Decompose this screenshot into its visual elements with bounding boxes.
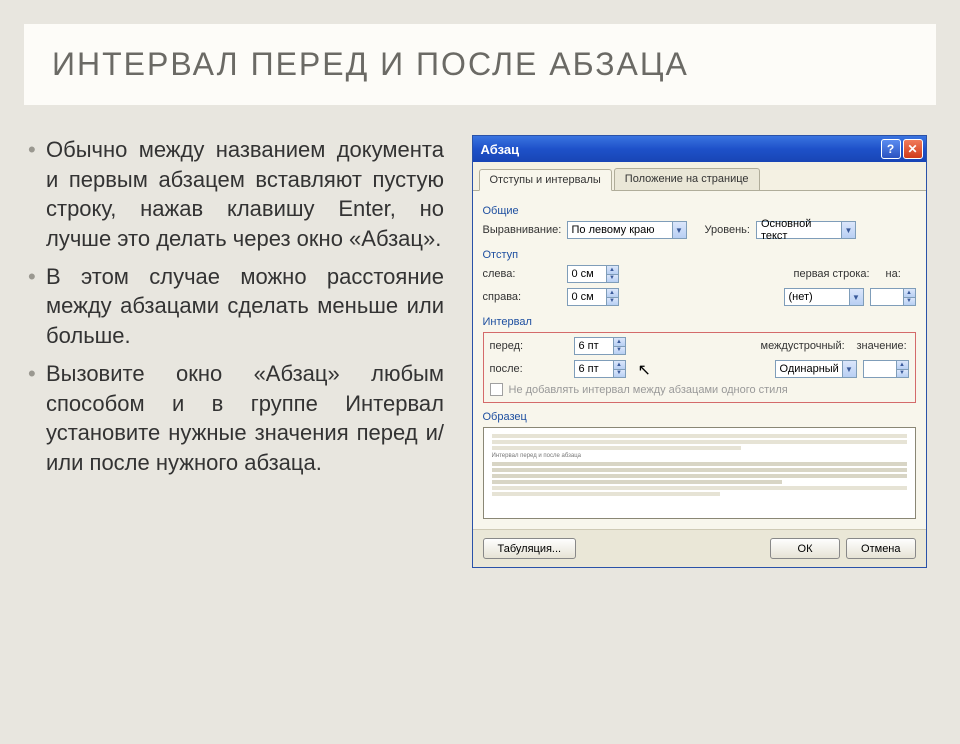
group-indent: Отступ xyxy=(483,249,916,261)
label-linespacing: междустрочный: xyxy=(761,340,851,352)
ok-button[interactable]: ОК xyxy=(770,538,840,559)
checkbox-label: Не добавлять интервал между абзацами одн… xyxy=(509,384,788,396)
firstline-value-stepper[interactable]: ▲▼ xyxy=(870,288,916,306)
interval-highlight-box: перед: 6 пт▲▼ междустрочный: значение: п… xyxy=(483,332,916,403)
label-firstline: первая строка: xyxy=(794,268,880,280)
linespacing-select[interactable]: Одинарный▼ xyxy=(775,360,857,378)
cursor-icon: ↖ xyxy=(638,360,651,380)
linespacing-value-stepper[interactable]: ▲▼ xyxy=(863,360,909,378)
slide-title: ИНТЕРВАЛ ПЕРЕД И ПОСЛЕ АБЗАЦА xyxy=(52,46,908,83)
chevron-down-icon: ▼ xyxy=(841,222,855,238)
dialog-titlebar[interactable]: Абзац ? ✕ xyxy=(473,136,926,162)
help-icon[interactable]: ? xyxy=(881,139,901,159)
tab-strip: Отступы и интервалы Положение на страниц… xyxy=(473,162,926,191)
list-item: Вызовите окно «Абзац» любым способом и в… xyxy=(24,359,444,478)
label-after: после: xyxy=(490,363,568,375)
chevron-down-icon: ▼ xyxy=(842,361,856,377)
bullet-list: Обычно между названием документа и первы… xyxy=(24,135,444,568)
title-bar: ИНТЕРВАЛ ПЕРЕД И ПОСЛЕ АБЗАЦА xyxy=(24,24,936,105)
group-interval: Интервал xyxy=(483,316,916,328)
group-general: Общие xyxy=(483,205,916,217)
label-value: значение: xyxy=(857,340,909,352)
label-align: Выравнивание: xyxy=(483,224,561,236)
alignment-select[interactable]: По левому краю▼ xyxy=(567,221,687,239)
label-level: Уровень: xyxy=(705,224,750,236)
paragraph-dialog: Абзац ? ✕ Отступы и интервалы Положение … xyxy=(472,135,927,568)
dialog-title: Абзац xyxy=(481,142,520,157)
list-item: В этом случае можно расстояние между абз… xyxy=(24,262,444,351)
label-left: слева: xyxy=(483,268,561,280)
indent-left-stepper[interactable]: 0 см▲▼ xyxy=(567,265,619,283)
indent-right-stepper[interactable]: 0 см▲▼ xyxy=(567,288,619,306)
cancel-button[interactable]: Отмена xyxy=(846,538,915,559)
same-style-checkbox[interactable] xyxy=(490,383,503,396)
level-select[interactable]: Основной текст▼ xyxy=(756,221,856,239)
list-item: Обычно между названием документа и первы… xyxy=(24,135,444,254)
tab-indents[interactable]: Отступы и интервалы xyxy=(479,169,612,191)
chevron-down-icon: ▼ xyxy=(672,222,686,238)
label-before: перед: xyxy=(490,340,568,352)
close-icon[interactable]: ✕ xyxy=(903,139,923,159)
space-after-stepper[interactable]: 6 пт▲▼ xyxy=(574,360,626,378)
tabs-button[interactable]: Табуляция... xyxy=(483,538,577,559)
firstline-select[interactable]: (нет)▼ xyxy=(784,288,864,306)
preview-pane: Интервал перед и после абзаца xyxy=(483,427,916,519)
tab-position[interactable]: Положение на странице xyxy=(614,168,760,190)
label-right: справа: xyxy=(483,291,561,303)
chevron-down-icon: ▼ xyxy=(849,289,863,305)
space-before-stepper[interactable]: 6 пт▲▼ xyxy=(574,337,626,355)
label-on: на: xyxy=(886,268,916,280)
group-preview: Образец xyxy=(483,411,916,423)
